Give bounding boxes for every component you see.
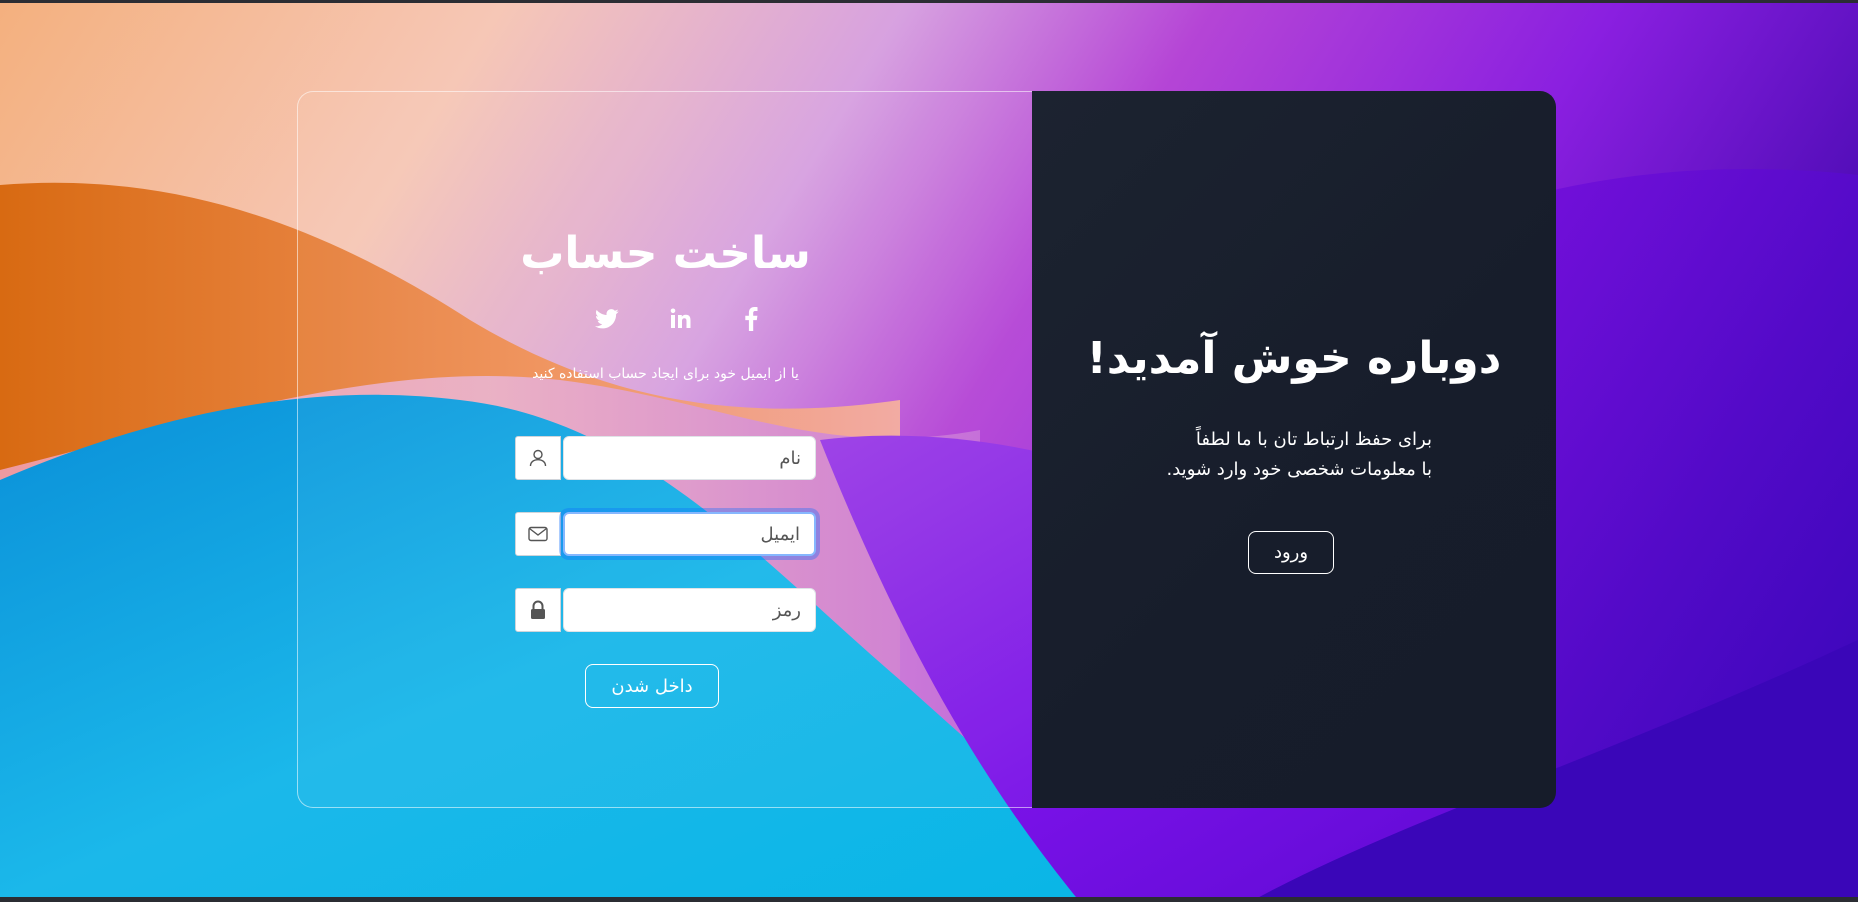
name-field-row (515, 436, 816, 480)
facebook-icon[interactable] (736, 304, 766, 334)
user-icon (515, 436, 561, 480)
password-field-row (515, 588, 816, 632)
auth-card: ساخت حساب یا از ایمیل خود برای ایجاد حسا… (297, 91, 1556, 808)
signup-panel: ساخت حساب یا از ایمیل خود برای ایجاد حسا… (297, 91, 1032, 808)
window-top-border (0, 0, 1858, 3)
linkedin-icon[interactable] (666, 304, 696, 334)
welcome-message-line-2: با معلومات شخصی خود وارد شوید. (1166, 459, 1432, 480)
twitter-icon[interactable] (592, 304, 622, 334)
login-button[interactable]: ورود (1248, 531, 1334, 574)
signup-subtitle: یا از ایمیل خود برای ایجاد حساب استفاده … (532, 366, 799, 382)
window-bottom-border (0, 897, 1858, 902)
welcome-message: برای حفظ ارتباط تان با ما لطفاً با معلوم… (1132, 425, 1432, 485)
email-input[interactable] (563, 512, 816, 556)
lock-icon (515, 588, 561, 632)
welcome-panel: دوباره خوش آمدید! برای حفظ ارتباط تان با… (1032, 91, 1556, 808)
email-field-row (515, 512, 816, 556)
welcome-title: دوباره خوش آمدید! (1086, 333, 1502, 384)
password-input[interactable] (563, 588, 816, 632)
welcome-message-line-1: برای حفظ ارتباط تان با ما لطفاً (1195, 429, 1432, 450)
signup-title: ساخت حساب (520, 228, 811, 279)
page-root: ساخت حساب یا از ایمیل خود برای ایجاد حسا… (0, 0, 1858, 902)
envelope-icon (515, 512, 561, 556)
social-links (578, 304, 758, 334)
signup-submit-button[interactable]: داخل شدن (585, 664, 719, 708)
name-input[interactable] (563, 436, 816, 480)
